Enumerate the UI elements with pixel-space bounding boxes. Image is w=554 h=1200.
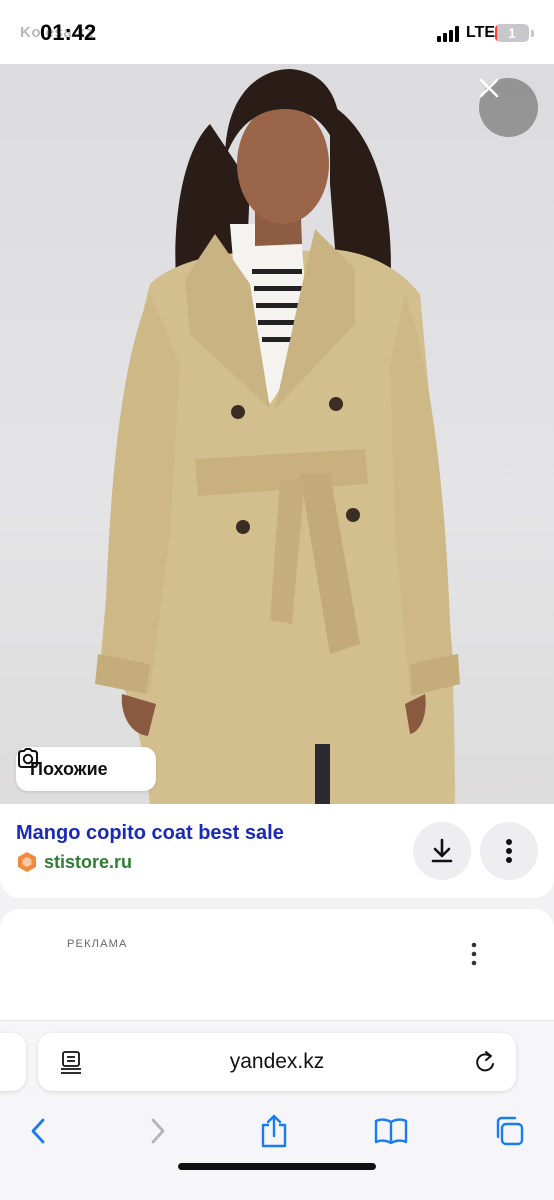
site-label[interactable]: stistore.ru — [44, 852, 132, 873]
more-vertical-icon — [471, 942, 477, 966]
tabs-icon — [496, 1116, 524, 1146]
share-icon — [261, 1114, 287, 1148]
hexagon-icon — [18, 852, 36, 872]
forward-icon — [151, 1118, 165, 1144]
ad-label: РЕКЛАМА — [67, 938, 128, 950]
previous-tab[interactable] — [0, 1033, 26, 1091]
ad-more-button[interactable] — [464, 939, 484, 969]
share-button[interactable] — [252, 1109, 296, 1153]
battery-icon: 1 — [495, 24, 529, 42]
status-bar: Kolesa.kz 01:42 LTE 1 — [0, 0, 554, 64]
tabs-button[interactable] — [487, 1109, 531, 1153]
download-button[interactable] — [413, 822, 471, 880]
battery-cap — [531, 30, 534, 37]
url-label[interactable]: yandex.kz — [38, 1033, 516, 1091]
signal-icon — [437, 26, 459, 42]
close-button[interactable] — [479, 78, 538, 137]
back-button[interactable] — [16, 1109, 60, 1153]
similar-label: Похожие — [30, 758, 108, 779]
more-vertical-icon — [506, 839, 512, 863]
product-photo-illustration — [95, 69, 460, 804]
reload-icon[interactable] — [474, 1049, 498, 1075]
screen: Kolesa.kz 01:42 LTE 1 Похожие Mango copi… — [0, 0, 554, 1200]
bookmarks-button[interactable] — [369, 1109, 413, 1153]
close-icon — [479, 78, 499, 98]
result-card[interactable]: Mango copito coat best sale stistore.ru — [0, 804, 554, 898]
status-time: 01:42 — [40, 20, 97, 45]
back-icon — [31, 1118, 45, 1144]
product-photo[interactable]: Похожие — [0, 64, 554, 804]
more-button[interactable] — [480, 822, 538, 880]
download-icon — [431, 838, 453, 863]
browser-bar: yandex.kz — [0, 1020, 554, 1200]
ad-card[interactable]: РЕКЛАМА — [0, 909, 554, 1029]
forward-button[interactable] — [136, 1109, 180, 1153]
home-indicator[interactable] — [178, 1163, 376, 1170]
result-title-link[interactable]: Mango copito coat best sale — [16, 822, 284, 845]
bookmarks-icon — [374, 1118, 408, 1145]
similar-button[interactable]: Похожие — [16, 747, 156, 791]
lens-icon — [18, 748, 38, 768]
address-bar[interactable]: yandex.kz — [38, 1033, 516, 1091]
network-label: LTE — [466, 24, 496, 41]
site-row[interactable]: stistore.ru — [16, 851, 132, 873]
battery-label: 1 — [508, 25, 516, 41]
